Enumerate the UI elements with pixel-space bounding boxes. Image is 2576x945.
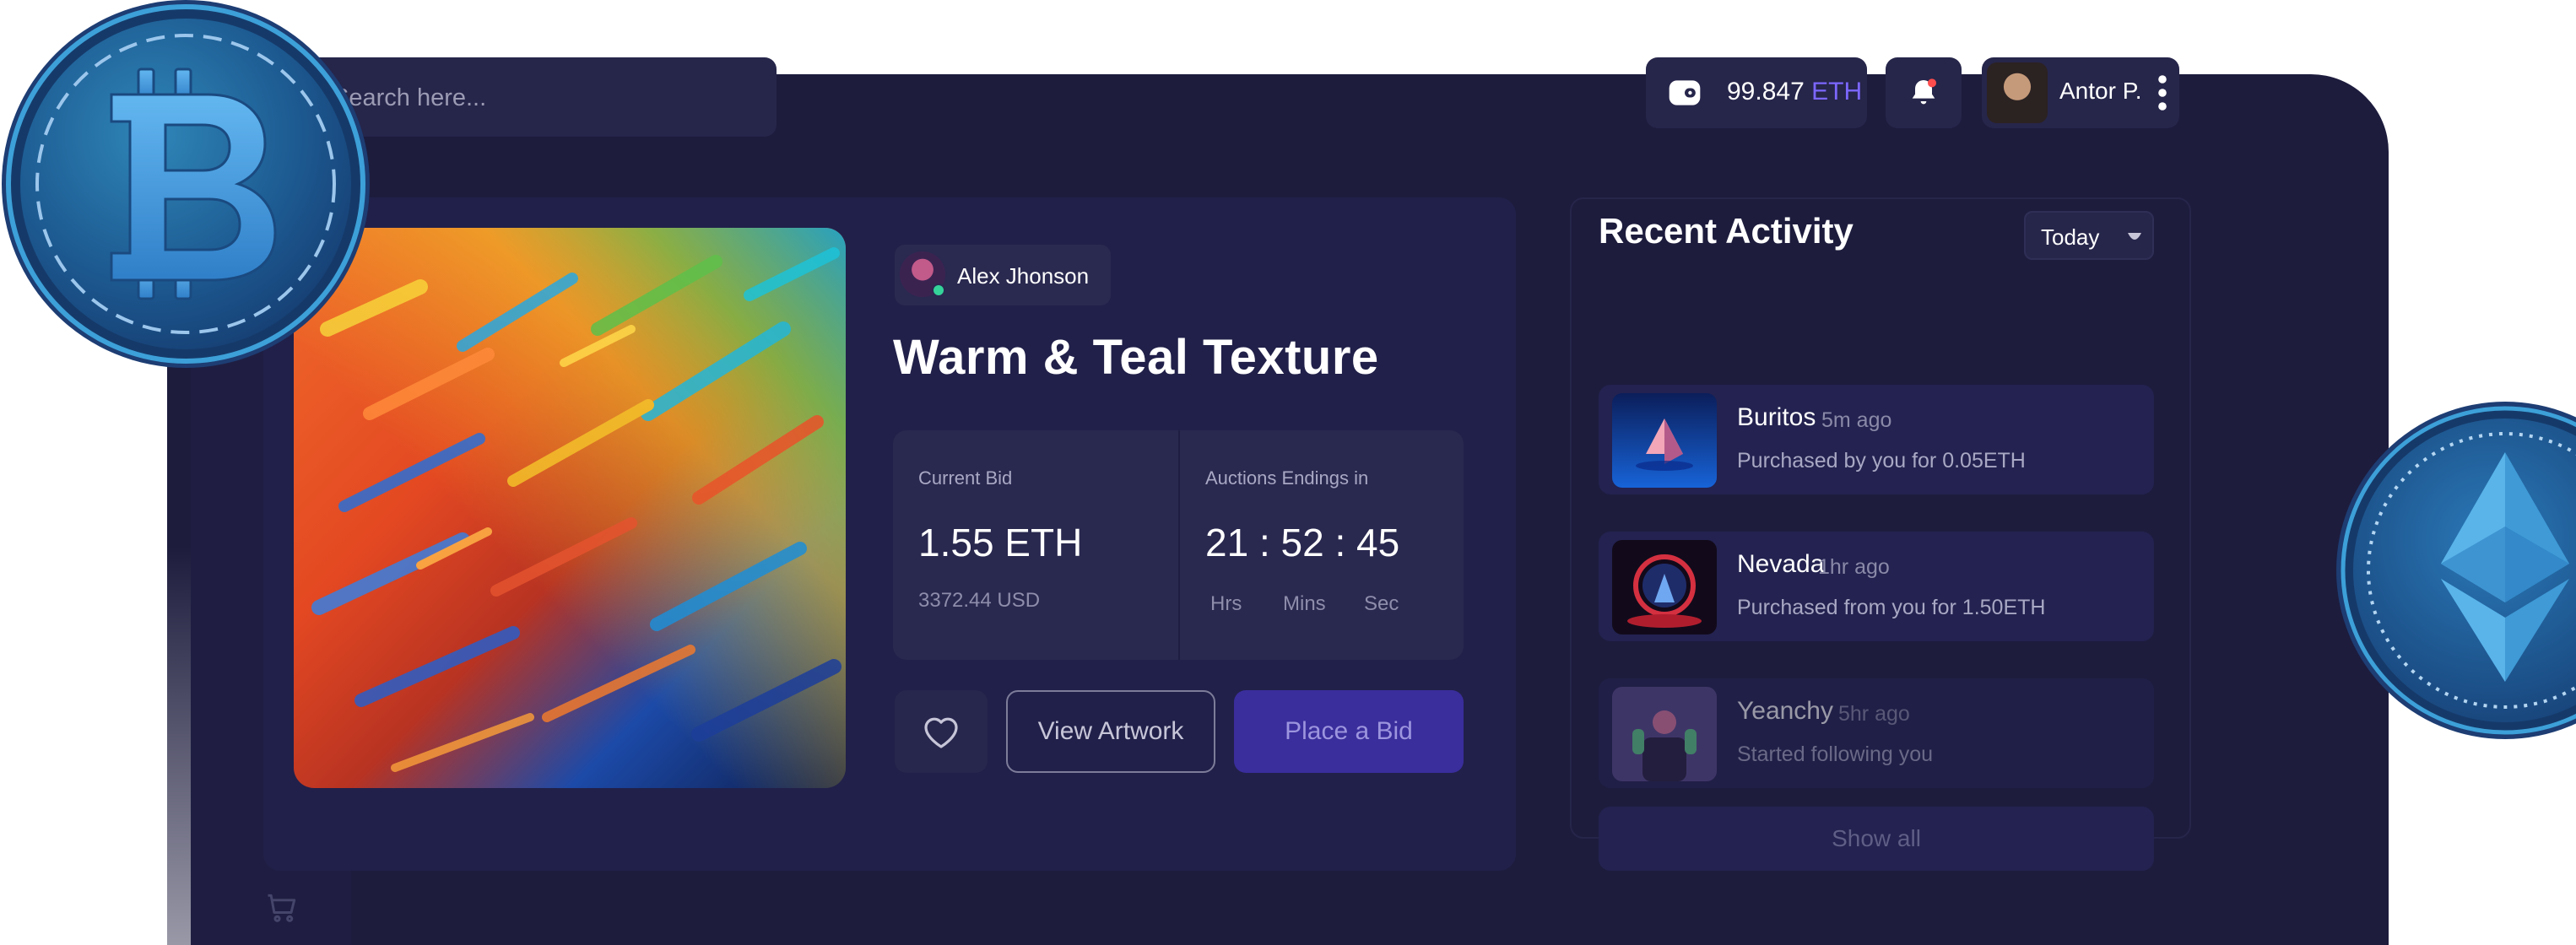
time-filter-dropdown[interactable]: Today bbox=[2024, 211, 2154, 260]
activity-thumbnail bbox=[1612, 393, 1717, 488]
wallet-balance[interactable]: 99.847 ETH bbox=[1646, 57, 1867, 128]
bitcoin-icon bbox=[0, 0, 371, 371]
activity-time: 5hr ago bbox=[1838, 702, 1910, 726]
activity-thumbnail bbox=[1612, 687, 1717, 781]
wallet-currency: ETH bbox=[1811, 78, 1863, 105]
cart-icon[interactable] bbox=[263, 889, 300, 926]
current-bid-label: Current Bid bbox=[918, 467, 1013, 489]
view-artwork-button[interactable]: View Artwork bbox=[1006, 690, 1215, 773]
place-bid-button[interactable]: Place a Bid bbox=[1234, 690, 1464, 773]
favorite-button[interactable] bbox=[895, 690, 988, 773]
more-vertical-icon[interactable] bbox=[2157, 73, 2167, 113]
activity-time: 5m ago bbox=[1821, 408, 1892, 432]
bell-icon bbox=[1912, 78, 1936, 105]
avatar bbox=[1987, 62, 2048, 123]
activity-item[interactable]: Buritos 5m ago Purchased by you for 0.05… bbox=[1599, 385, 2154, 494]
ethereum-icon bbox=[2336, 400, 2576, 741]
show-all-button[interactable]: Show all bbox=[1599, 807, 2154, 871]
activity-name: Nevada bbox=[1737, 550, 1825, 578]
online-indicator bbox=[932, 284, 945, 297]
activity-description: Purchased from you for 1.50ETH bbox=[1737, 596, 2046, 619]
hours-label: Hrs bbox=[1210, 592, 1242, 615]
auction-label: Auctions Endings in bbox=[1205, 467, 1369, 489]
activity-name: Buritos bbox=[1737, 403, 1816, 431]
minutes-label: Mins bbox=[1283, 592, 1326, 615]
recent-activity-title: Recent Activity bbox=[1599, 211, 1854, 251]
user-menu[interactable]: Antor P. bbox=[1982, 57, 2179, 128]
activity-time: 1hr ago bbox=[1818, 555, 1890, 579]
activity-thumbnail bbox=[1612, 540, 1717, 634]
bid-stats: Current Bid 1.55 ETH 3372.44 USD Auction… bbox=[893, 430, 1464, 660]
caret-down-icon bbox=[2128, 233, 2141, 240]
artwork-image[interactable] bbox=[294, 228, 846, 788]
creator-chip[interactable]: Alex Jhonson bbox=[895, 245, 1111, 305]
nft-title: Warm & Teal Texture bbox=[893, 330, 1379, 385]
seconds-label: Sec bbox=[1364, 592, 1399, 615]
current-bid-value: 1.55 ETH bbox=[918, 521, 1083, 564]
wallet-amount: 99.847 bbox=[1727, 78, 1805, 105]
activity-description: Purchased by you for 0.05ETH bbox=[1737, 449, 2026, 472]
activity-item[interactable]: Nevada 1hr ago Purchased from you for 1.… bbox=[1599, 532, 2154, 641]
user-name: Antor P. bbox=[2059, 78, 2142, 104]
activity-name: Yeanchy bbox=[1737, 697, 1833, 725]
activity-item[interactable]: Yeanchy 5hr ago Started following you bbox=[1599, 678, 2154, 788]
search-input[interactable] bbox=[331, 74, 756, 122]
current-bid-usd: 3372.44 USD bbox=[918, 589, 1041, 612]
time-filter-value: Today bbox=[2041, 224, 2100, 250]
heart-icon bbox=[924, 717, 958, 748]
auction-countdown: 21 : 52 : 45 bbox=[1205, 521, 1400, 564]
activity-description: Started following you bbox=[1737, 742, 1934, 766]
notifications-button[interactable] bbox=[1886, 57, 1962, 128]
divider bbox=[1178, 430, 1180, 660]
wallet-icon bbox=[1669, 80, 1701, 105]
creator-name: Alex Jhonson bbox=[957, 263, 1090, 289]
